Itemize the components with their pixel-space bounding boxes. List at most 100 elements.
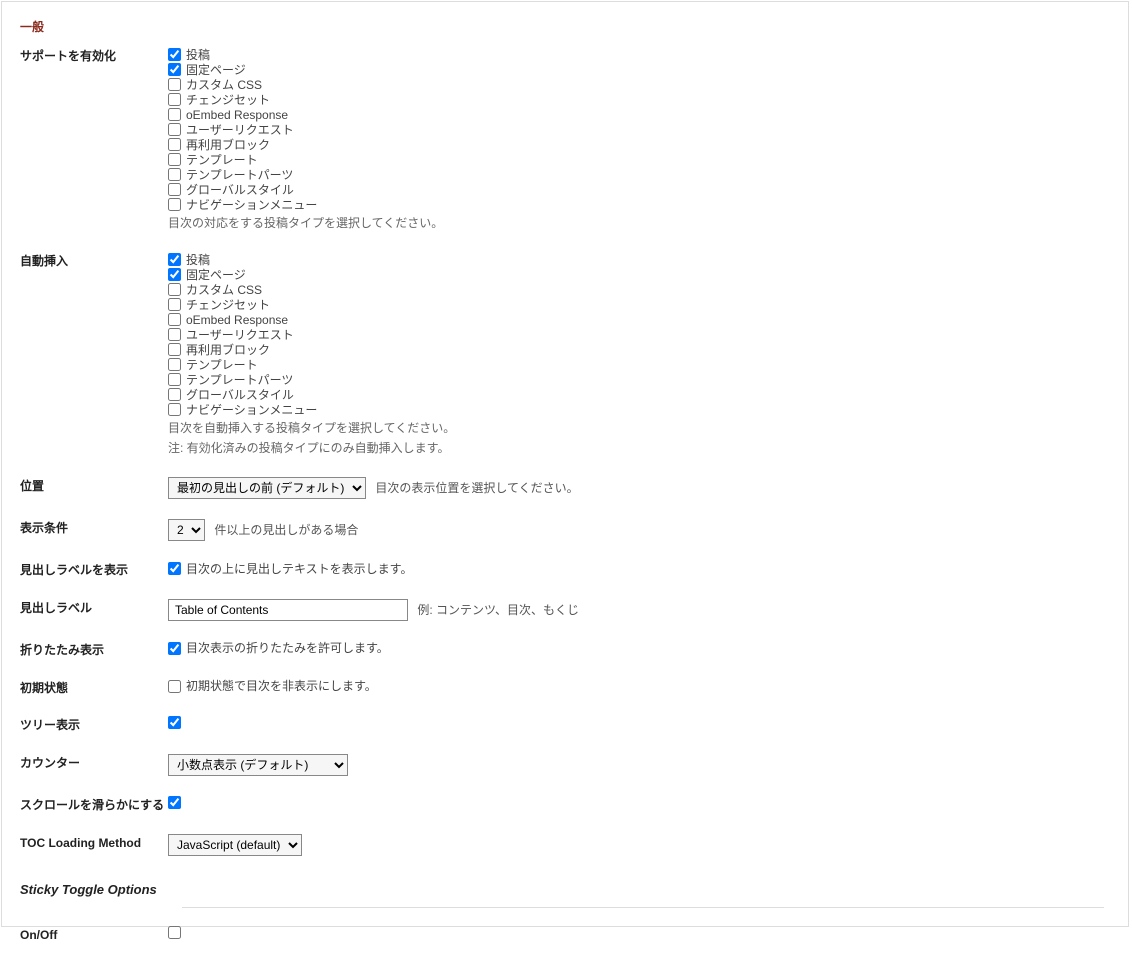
auto-insert-label-9: グローバルスタイル <box>186 388 294 402</box>
row-position: 位置 最初の見出しの前 (デフォルト) 目次の表示位置を選択してください。 <box>2 477 1128 519</box>
row-enable-support: サポートを有効化 投稿固定ページカスタム CSSチェンジセットoEmbed Re… <box>2 47 1128 252</box>
checkbox-tree-view[interactable] <box>168 716 181 729</box>
select-counter[interactable]: 小数点表示 (デフォルト) <box>168 754 348 776</box>
auto-insert-checkbox-6[interactable] <box>168 343 181 356</box>
auto-insert-checkbox-10[interactable] <box>168 403 181 416</box>
label-auto-insert: 自動挿入 <box>20 252 168 270</box>
enable-support-label-4: oEmbed Response <box>186 108 288 122</box>
enable-support-checkbox-2[interactable] <box>168 78 181 91</box>
enable-support-checkbox-8[interactable] <box>168 168 181 181</box>
label-show-condition: 表示条件 <box>20 519 168 537</box>
section-title-general: 一般 <box>2 2 1128 47</box>
field-counter: 小数点表示 (デフォルト) <box>168 754 1128 776</box>
field-collapsible: 目次表示の折りたたみを許可します。 <box>168 641 1128 656</box>
field-tree-view <box>168 716 1128 732</box>
field-sticky-onoff <box>168 926 1128 942</box>
input-heading-label[interactable] <box>168 599 408 621</box>
select-show-condition[interactable]: 2 <box>168 519 205 541</box>
auto-insert-label-2: カスタム CSS <box>186 283 262 297</box>
row-collapsible: 折りたたみ表示 目次表示の折りたたみを許可します。 <box>2 641 1128 679</box>
label-toc-loading: TOC Loading Method <box>20 834 168 852</box>
settings-panel: 一般 サポートを有効化 投稿固定ページカスタム CSSチェンジセットoEmbed… <box>1 1 1129 927</box>
checkbox-initial-state[interactable] <box>168 680 181 693</box>
desc-enable-support: 目次の対応をする投稿タイプを選択してください。 <box>168 212 1104 232</box>
row-auto-insert: 自動挿入 投稿固定ページカスタム CSSチェンジセットoEmbed Respon… <box>2 252 1128 477</box>
enable-support-checkbox-6[interactable] <box>168 138 181 151</box>
row-heading-label: 見出しラベル 例: コンテンツ、目次、もくじ <box>2 599 1128 641</box>
enable-support-label-2: カスタム CSS <box>186 78 262 92</box>
auto-insert-label-4: oEmbed Response <box>186 313 288 327</box>
auto-insert-label-7: テンプレート <box>186 358 258 372</box>
enable-support-checkbox-3[interactable] <box>168 93 181 106</box>
row-show-heading-label: 見出しラベルを表示 目次の上に見出しテキストを表示します。 <box>2 561 1128 599</box>
enable-support-checkbox-0[interactable] <box>168 48 181 61</box>
row-toc-loading: TOC Loading Method JavaScript (default) <box>2 834 1128 876</box>
desc-show-condition: 件以上の見出しがある場合 <box>214 523 358 537</box>
auto-insert-checkbox-0[interactable] <box>168 253 181 266</box>
row-smooth-scroll: スクロールを滑らかにする <box>2 796 1128 834</box>
row-sticky-onoff: On/Off <box>2 926 1128 964</box>
field-auto-insert: 投稿固定ページカスタム CSSチェンジセットoEmbed Responseユーザ… <box>168 252 1128 457</box>
label-initial-state: 初期状態 <box>20 679 168 697</box>
enable-support-label-7: テンプレート <box>186 153 258 167</box>
auto-insert-checkbox-1[interactable] <box>168 268 181 281</box>
checkbox-sticky-onoff[interactable] <box>168 926 181 939</box>
label-heading-label: 見出しラベル <box>20 599 168 617</box>
auto-insert-label-10: ナビゲーションメニュー <box>186 403 317 417</box>
select-position[interactable]: 最初の見出しの前 (デフォルト) <box>168 477 366 499</box>
auto-insert-label-1: 固定ページ <box>186 268 246 282</box>
field-show-heading-label: 目次の上に見出しテキストを表示します。 <box>168 561 1128 576</box>
enable-support-label-6: 再利用ブロック <box>186 138 270 152</box>
desc-position: 目次の表示位置を選択してください。 <box>375 481 578 495</box>
text-show-heading-label: 目次の上に見出しテキストを表示します。 <box>186 562 412 576</box>
label-smooth-scroll: スクロールを滑らかにする <box>20 796 168 814</box>
auto-insert-checkbox-3[interactable] <box>168 298 181 311</box>
enable-support-label-8: テンプレートパーツ <box>186 168 293 182</box>
label-show-heading-label: 見出しラベルを表示 <box>20 561 168 579</box>
label-position: 位置 <box>20 477 168 495</box>
auto-insert-label-8: テンプレートパーツ <box>186 373 293 387</box>
enable-support-checkbox-1[interactable] <box>168 63 181 76</box>
auto-insert-checkbox-9[interactable] <box>168 388 181 401</box>
checkbox-smooth-scroll[interactable] <box>168 796 181 809</box>
field-heading-label: 例: コンテンツ、目次、もくじ <box>168 599 1128 621</box>
text-initial-state: 初期状態で目次を非表示にします。 <box>186 679 377 693</box>
field-smooth-scroll <box>168 796 1128 812</box>
enable-support-label-9: グローバルスタイル <box>186 183 294 197</box>
label-enable-support: サポートを有効化 <box>20 47 168 65</box>
auto-insert-label-5: ユーザーリクエスト <box>186 328 294 342</box>
row-initial-state: 初期状態 初期状態で目次を非表示にします。 <box>2 679 1128 717</box>
enable-support-checkbox-5[interactable] <box>168 123 181 136</box>
select-toc-loading[interactable]: JavaScript (default) <box>168 834 302 856</box>
enable-support-checkbox-4[interactable] <box>168 108 181 121</box>
auto-insert-checkbox-4[interactable] <box>168 313 181 326</box>
field-show-condition: 2 件以上の見出しがある場合 <box>168 519 1128 541</box>
row-show-condition: 表示条件 2 件以上の見出しがある場合 <box>2 519 1128 561</box>
row-counter: カウンター 小数点表示 (デフォルト) <box>2 754 1128 796</box>
enable-support-label-0: 投稿 <box>186 48 210 62</box>
enable-support-checkbox-7[interactable] <box>168 153 181 166</box>
checkbox-collapsible[interactable] <box>168 642 181 655</box>
auto-insert-checkbox-5[interactable] <box>168 328 181 341</box>
auto-insert-checkbox-2[interactable] <box>168 283 181 296</box>
field-toc-loading: JavaScript (default) <box>168 834 1128 856</box>
auto-insert-label-3: チェンジセット <box>186 298 270 312</box>
row-tree-view: ツリー表示 <box>2 716 1128 754</box>
enable-support-label-3: チェンジセット <box>186 93 270 107</box>
field-position: 最初の見出しの前 (デフォルト) 目次の表示位置を選択してください。 <box>168 477 1128 499</box>
field-initial-state: 初期状態で目次を非表示にします。 <box>168 679 1128 694</box>
desc-auto-insert-1: 目次を自動挿入する投稿タイプを選択してください。 <box>168 417 1104 437</box>
divider-sticky <box>182 907 1104 908</box>
example-heading-label: 例: コンテンツ、目次、もくじ <box>417 603 579 617</box>
enable-support-label-1: 固定ページ <box>186 63 246 77</box>
auto-insert-checkbox-7[interactable] <box>168 358 181 371</box>
enable-support-checkbox-9[interactable] <box>168 183 181 196</box>
checkbox-show-heading-label[interactable] <box>168 562 181 575</box>
enable-support-checkbox-10[interactable] <box>168 198 181 211</box>
enable-support-label-10: ナビゲーションメニュー <box>186 198 317 212</box>
auto-insert-label-6: 再利用ブロック <box>186 343 270 357</box>
label-sticky-onoff: On/Off <box>20 926 168 944</box>
auto-insert-checkbox-8[interactable] <box>168 373 181 386</box>
auto-insert-label-0: 投稿 <box>186 253 210 267</box>
field-enable-support: 投稿固定ページカスタム CSSチェンジセットoEmbed Responseユーザ… <box>168 47 1128 232</box>
